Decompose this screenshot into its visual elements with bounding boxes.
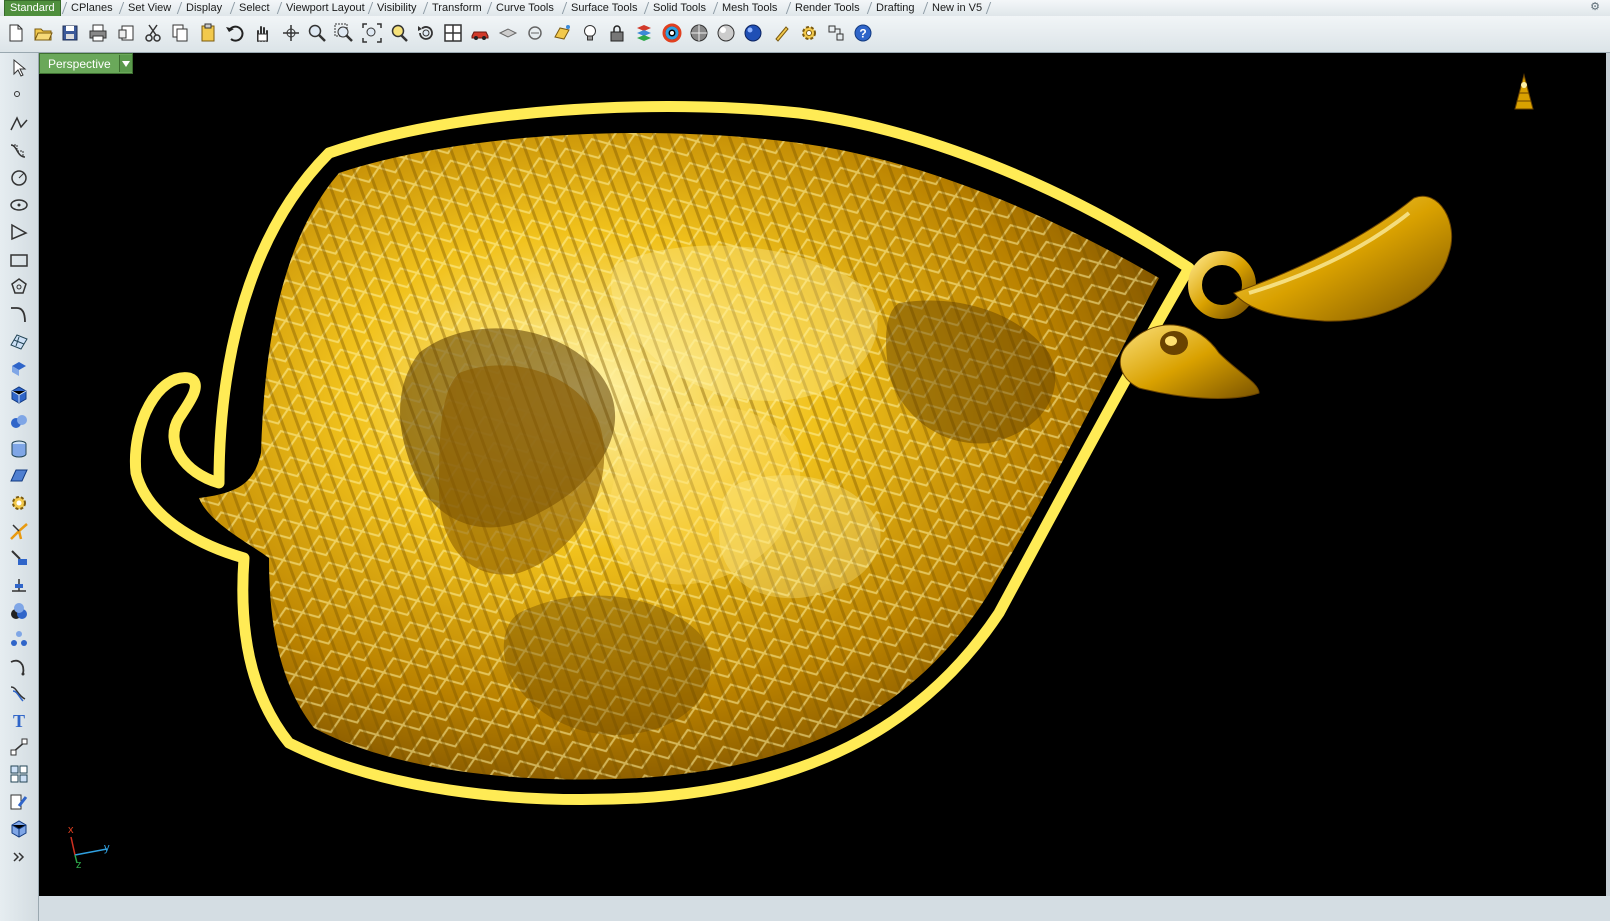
hide-object-icon[interactable]: [496, 21, 520, 45]
pendant-jump-ring: [1188, 251, 1256, 319]
new-file-icon[interactable]: [4, 21, 28, 45]
color-wheel-icon[interactable]: [660, 21, 684, 45]
cylinder-icon[interactable]: [7, 437, 31, 461]
text-icon[interactable]: T: [7, 708, 31, 732]
render-sphere-white-icon[interactable]: [714, 21, 738, 45]
polyline-icon[interactable]: [7, 112, 31, 136]
car-icon[interactable]: [468, 21, 492, 45]
help-icon[interactable]: ?: [851, 21, 875, 45]
zoom-icon[interactable]: [305, 21, 329, 45]
boolean-icon[interactable]: [7, 410, 31, 434]
viewport-right-border: [1606, 53, 1610, 896]
boolean-union-icon[interactable]: [7, 600, 31, 624]
blend-curve-icon[interactable]: [7, 302, 31, 326]
tab-curve-tools[interactable]: Curve Tools: [491, 1, 559, 15]
zoom-extents-icon[interactable]: [360, 21, 384, 45]
transform-gear-icon[interactable]: [7, 491, 31, 515]
four-viewports-icon[interactable]: [441, 21, 465, 45]
import-icon[interactable]: [115, 21, 139, 45]
polygon-icon[interactable]: [7, 220, 31, 244]
toolbar-tab-strip: Standard CPlanes Set View Display Select…: [0, 0, 1610, 17]
tab-render-tools[interactable]: Render Tools: [790, 1, 865, 15]
group-icon[interactable]: [7, 762, 31, 786]
circle-icon[interactable]: [7, 166, 31, 190]
show-object-icon[interactable]: [523, 21, 547, 45]
zoom-selected-icon[interactable]: [387, 21, 411, 45]
offset-icon[interactable]: [7, 681, 31, 705]
tab-transform[interactable]: Transform: [427, 1, 487, 15]
zoom-window-icon[interactable]: [332, 21, 356, 45]
tab-surface-tools[interactable]: Surface Tools: [566, 1, 642, 15]
material-edit-icon[interactable]: [770, 21, 794, 45]
tab-solid-tools[interactable]: Solid Tools: [648, 1, 711, 15]
ellipse-icon[interactable]: [7, 275, 31, 299]
tab-drafting[interactable]: Drafting: [871, 1, 920, 15]
tab-display[interactable]: Display: [181, 1, 227, 15]
pendant-model: [129, 101, 1453, 806]
rotate-view-icon[interactable]: [279, 21, 303, 45]
copy-icon[interactable]: [168, 21, 192, 45]
status-area: [39, 896, 1610, 921]
camera-icon[interactable]: [1513, 73, 1535, 118]
fillet-curve-icon[interactable]: [7, 654, 31, 678]
cplane-icon[interactable]: [550, 21, 574, 45]
axis-y-label: y: [104, 842, 110, 854]
perspective-viewport[interactable]: Perspective x y z: [39, 53, 1606, 896]
extrude-icon[interactable]: [7, 356, 31, 380]
tab-set-view[interactable]: Set View: [123, 1, 176, 15]
tab-select[interactable]: Select: [234, 1, 275, 15]
open-file-icon[interactable]: [31, 21, 55, 45]
plane-surface-icon[interactable]: [7, 464, 31, 488]
properties-icon[interactable]: [7, 790, 31, 814]
print-icon[interactable]: [86, 21, 110, 45]
svg-text:T: T: [13, 711, 25, 730]
arc-icon[interactable]: [7, 193, 31, 217]
tab-new-in-v5[interactable]: New in V5: [927, 1, 987, 15]
save-icon[interactable]: [58, 21, 82, 45]
surface-grid-icon[interactable]: [7, 329, 31, 353]
grid-snap-icon[interactable]: [824, 21, 848, 45]
select-arrow-icon[interactable]: [7, 56, 31, 80]
points-on-icon[interactable]: [7, 627, 31, 651]
explode-icon[interactable]: [7, 519, 31, 543]
axis-x-label: x: [68, 824, 74, 836]
undo-icon[interactable]: [222, 21, 246, 45]
toolbar-options-icon[interactable]: ⚙: [1590, 0, 1600, 13]
pendant-eye-ornament: [1119, 324, 1260, 399]
point-icon[interactable]: [7, 84, 31, 108]
dimension-icon[interactable]: [7, 573, 31, 597]
main-left-toolbar: T: [0, 53, 39, 921]
tab-standard[interactable]: Standard: [4, 0, 61, 16]
light-bulb-icon[interactable]: [578, 21, 602, 45]
box-icon[interactable]: [7, 383, 31, 407]
lock-icon[interactable]: [605, 21, 629, 45]
axis-z-label: z: [76, 859, 82, 871]
block-icon[interactable]: [7, 817, 31, 841]
cut-icon[interactable]: [141, 21, 165, 45]
pendant-bail: [1233, 195, 1453, 322]
paste-icon[interactable]: [196, 21, 220, 45]
curve-icon[interactable]: [7, 139, 31, 163]
options-gear-icon[interactable]: [797, 21, 821, 45]
tab-viewport-layout[interactable]: Viewport Layout: [281, 1, 370, 15]
more-tools-icon[interactable]: [7, 845, 31, 869]
svg-text:?: ?: [859, 27, 866, 41]
tab-cplanes[interactable]: CPlanes: [66, 1, 118, 15]
layer-icon[interactable]: [632, 21, 656, 45]
rectangle-icon[interactable]: [7, 248, 31, 272]
tab-visibility[interactable]: Visibility: [372, 1, 422, 15]
join-icon[interactable]: [7, 546, 31, 570]
render-sphere-gray-icon[interactable]: [687, 21, 711, 45]
standard-toolbar: ?: [0, 16, 1610, 53]
tab-mesh-tools[interactable]: Mesh Tools: [717, 1, 782, 15]
rebuild-icon[interactable]: [7, 735, 31, 759]
pan-hand-icon[interactable]: [250, 21, 274, 45]
rotate-reset-icon[interactable]: [414, 21, 438, 45]
world-axes-indicator: x y z: [63, 823, 123, 873]
render-sphere-blue-icon[interactable]: [741, 21, 765, 45]
